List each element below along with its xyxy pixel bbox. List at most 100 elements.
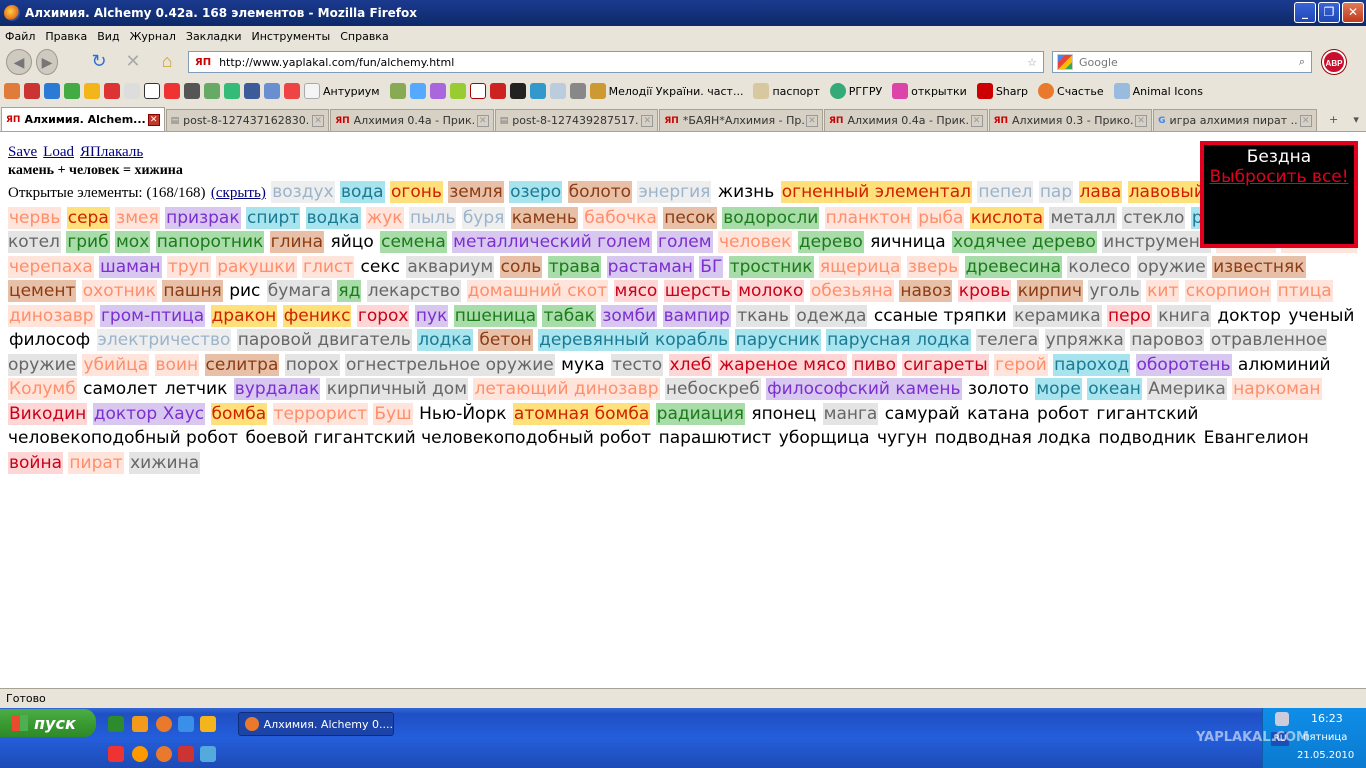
- element-chip[interactable]: Нью-Йорк: [418, 403, 507, 425]
- element-chip[interactable]: гром-птица: [100, 304, 206, 327]
- element-chip[interactable]: одежда: [795, 304, 868, 327]
- abyss-dropzone[interactable]: Бездна Выбросить все!: [1200, 141, 1358, 248]
- element-chip[interactable]: доктор: [1216, 305, 1282, 327]
- load-link[interactable]: Load: [43, 144, 74, 160]
- minimize-button[interactable]: _: [1294, 2, 1316, 23]
- element-chip[interactable]: пепел: [977, 181, 1034, 203]
- element-chip[interactable]: планктон: [824, 206, 912, 229]
- element-chip[interactable]: яд: [337, 280, 362, 302]
- element-chip[interactable]: лодка: [417, 329, 473, 351]
- element-chip[interactable]: рис: [228, 280, 261, 302]
- gmail-icon[interactable]: [104, 83, 120, 99]
- bookmark-anthurium[interactable]: Антуриум: [304, 83, 380, 99]
- search-bar[interactable]: Google ⌕: [1052, 51, 1312, 73]
- bookmark-icon[interactable]: [44, 83, 60, 99]
- yaplakal-link[interactable]: ЯПлакаль: [80, 144, 143, 160]
- element-chip[interactable]: небоскреб: [664, 378, 761, 400]
- element-chip[interactable]: хлеб: [668, 353, 713, 376]
- menu-bookmarks[interactable]: Закладки: [181, 30, 247, 43]
- element-chip[interactable]: хижина: [129, 451, 201, 474]
- element-chip[interactable]: ученый: [1287, 305, 1355, 327]
- element-chip[interactable]: шерсть: [663, 280, 732, 302]
- bookmark-happiness[interactable]: Счастье: [1038, 83, 1104, 99]
- element-chip[interactable]: философ: [8, 329, 91, 351]
- element-chip[interactable]: лава: [1078, 181, 1123, 203]
- element-chip[interactable]: оборотень: [1135, 353, 1232, 376]
- menu-history[interactable]: Журнал: [125, 30, 181, 43]
- element-chip[interactable]: огонь: [389, 181, 443, 203]
- element-chip[interactable]: летчик: [164, 378, 229, 400]
- bookmark-icon[interactable]: [489, 83, 506, 99]
- tab-close-icon[interactable]: ✕: [312, 114, 325, 127]
- bookmark-passport[interactable]: паспорт: [753, 83, 820, 99]
- window-titlebar[interactable]: Алхимия. Alchemy 0.42a. 168 элементов - …: [0, 0, 1366, 26]
- element-chip[interactable]: скорпион: [1184, 280, 1272, 302]
- bookmark-icon[interactable]: [549, 83, 566, 99]
- element-chip[interactable]: жареное мясо: [717, 353, 847, 376]
- element-chip[interactable]: жук: [365, 206, 404, 229]
- element-chip[interactable]: соль: [499, 255, 543, 278]
- element-chip[interactable]: телега: [976, 329, 1040, 351]
- element-chip[interactable]: самолет: [82, 378, 158, 400]
- wikipedia-icon[interactable]: [124, 83, 140, 99]
- menu-edit[interactable]: Правка: [40, 30, 92, 43]
- element-chip[interactable]: порох: [284, 353, 340, 376]
- element-chip[interactable]: паровой двигатель: [236, 329, 412, 351]
- element-chip[interactable]: семена: [380, 231, 447, 253]
- element-chip[interactable]: ходячее дерево: [952, 231, 1097, 253]
- element-chip[interactable]: пшеница: [453, 304, 538, 327]
- element-chip[interactable]: металл: [1049, 206, 1117, 229]
- bookmark-animal-icons[interactable]: Animal Icons: [1113, 83, 1203, 99]
- menu-file[interactable]: Файл: [0, 30, 40, 43]
- element-chip[interactable]: стекло: [1122, 206, 1186, 229]
- element-chip[interactable]: ящерица: [818, 255, 902, 278]
- element-chip[interactable]: бабочка: [583, 206, 658, 229]
- element-chip[interactable]: болото: [567, 181, 633, 203]
- tab-close-icon[interactable]: ✕: [1135, 114, 1148, 127]
- element-chip[interactable]: ткань: [736, 304, 790, 327]
- element-chip[interactable]: кислота: [969, 206, 1045, 229]
- element-chip[interactable]: дерево: [797, 231, 864, 253]
- tab-alchemy-03[interactable]: ЯП Алхимия 0.3 - Прико... ✕: [988, 109, 1153, 131]
- element-chip[interactable]: деревянный корабль: [538, 329, 730, 351]
- new-tab-icon[interactable]: +: [1321, 109, 1347, 131]
- bookmark-icon[interactable]: [509, 83, 526, 99]
- save-link[interactable]: Save: [8, 144, 37, 160]
- element-chip[interactable]: молоко: [737, 280, 805, 302]
- element-chip[interactable]: глина: [269, 231, 325, 253]
- element-chip[interactable]: секс: [360, 256, 401, 278]
- element-chip[interactable]: камень: [510, 206, 578, 229]
- element-chip[interactable]: мука: [560, 354, 606, 376]
- url-text[interactable]: http://www.yaplakal.com/fun/alchemy.html: [219, 56, 454, 69]
- element-chip[interactable]: боевой гигантский человекоподобный робот: [244, 427, 652, 449]
- element-chip[interactable]: электричество: [96, 329, 232, 351]
- element-chip[interactable]: парусник: [734, 329, 821, 351]
- element-chip[interactable]: мох: [114, 231, 151, 253]
- element-chip[interactable]: Америка: [1147, 378, 1227, 400]
- element-chip[interactable]: чугун: [876, 427, 928, 449]
- google-icon[interactable]: [1057, 54, 1073, 70]
- bookmark-icon[interactable]: [24, 83, 40, 99]
- menu-help[interactable]: Справка: [335, 30, 393, 43]
- element-chip[interactable]: жизнь: [717, 181, 776, 203]
- firefox-icon[interactable]: [156, 716, 172, 732]
- quicklaunch-icon[interactable]: [132, 716, 148, 732]
- bookmark-icon[interactable]: [469, 83, 486, 99]
- element-chip[interactable]: океан: [1087, 378, 1142, 400]
- element-chip[interactable]: пыль: [408, 206, 457, 229]
- tab-close-icon[interactable]: ✕: [805, 114, 818, 127]
- element-chip[interactable]: парусная лодка: [826, 329, 971, 351]
- element-chip[interactable]: озеро: [509, 181, 563, 203]
- element-chip[interactable]: инструмент: [1102, 231, 1211, 253]
- element-chip[interactable]: доктор Хаус: [92, 402, 206, 425]
- element-chip[interactable]: Колумб: [8, 378, 77, 400]
- bookmark-icon[interactable]: [409, 83, 426, 99]
- menu-view[interactable]: Вид: [92, 30, 124, 43]
- element-chip[interactable]: радиация: [655, 402, 745, 425]
- element-chip[interactable]: червь: [8, 206, 62, 229]
- element-chip[interactable]: мясо: [613, 280, 659, 302]
- bookmark-icon[interactable]: [264, 83, 280, 99]
- bookmark-icon[interactable]: [529, 83, 546, 99]
- menu-tools[interactable]: Инструменты: [247, 30, 336, 43]
- element-chip[interactable]: трава: [547, 255, 602, 278]
